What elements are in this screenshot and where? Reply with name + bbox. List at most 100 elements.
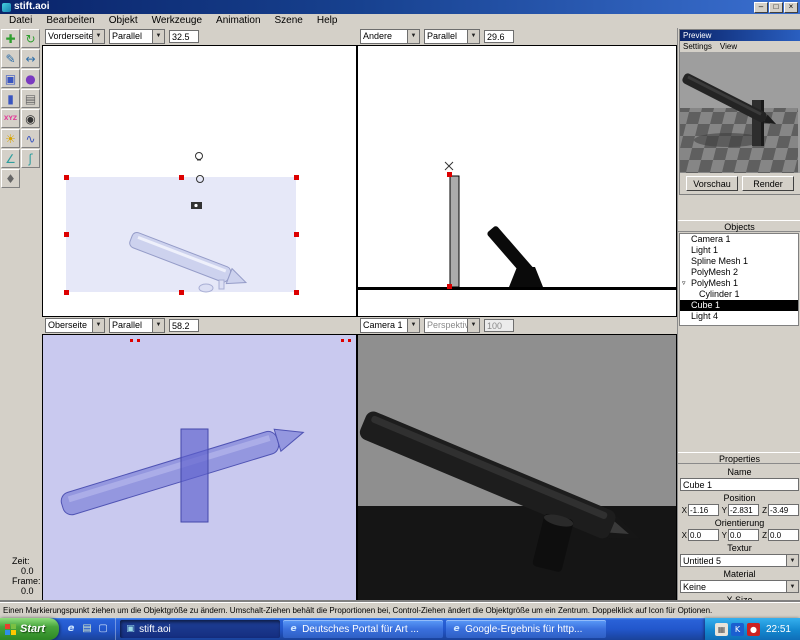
menu-szene[interactable]: Szene	[268, 14, 310, 28]
chevron-down-icon[interactable]: ▼	[467, 30, 479, 43]
viewport-top[interactable]	[42, 334, 357, 602]
tray-app-icon-2[interactable]: K	[730, 622, 744, 636]
object-item-light-1[interactable]: Light 1	[680, 245, 798, 256]
create-camera-tool[interactable]: ◉	[21, 109, 40, 128]
chevron-down-icon[interactable]: ▼	[92, 30, 104, 43]
chevron-down-icon[interactable]: ▼	[152, 319, 164, 332]
tray-app-icon-1[interactable]: ▦	[714, 622, 728, 636]
scale-input-bottom-right	[484, 319, 514, 332]
close-button[interactable]: ×	[784, 1, 798, 13]
view-select-top-right[interactable]: Andere ▼	[360, 29, 420, 44]
vorschau-button[interactable]: Vorschau	[686, 176, 738, 191]
position-x-input[interactable]	[688, 504, 719, 516]
floor-plane	[358, 506, 676, 601]
titlebar[interactable]: stift.aoi – □ ×	[0, 0, 800, 14]
orientation-x-input[interactable]	[688, 529, 719, 541]
application-icon[interactable]: ▤	[80, 622, 94, 636]
viewport-camera[interactable]	[357, 334, 677, 602]
projection-select-top-left[interactable]: Parallel ▼	[109, 29, 165, 44]
chevron-down-icon[interactable]: ▼	[407, 30, 419, 43]
small-object[interactable]	[218, 279, 225, 290]
coordinate-axes-tool[interactable]: XYZ	[1, 109, 20, 128]
create-sphere-tool[interactable]: ●	[21, 69, 40, 88]
menu-help[interactable]: Help	[310, 14, 345, 28]
preview-menu-settings[interactable]: Settings	[683, 41, 712, 52]
scale-input-bottom-left[interactable]	[169, 319, 199, 332]
angle-tool[interactable]: ∠	[1, 149, 20, 168]
taskbar-clock[interactable]: 22:51	[766, 624, 791, 635]
chevron-down-icon[interactable]: ▼	[407, 319, 419, 332]
cylinder-object-side[interactable]	[509, 267, 543, 287]
object-item-polymesh-2[interactable]: PolyMesh 2	[680, 267, 798, 278]
show-desktop-icon[interactable]: ▢	[96, 622, 110, 636]
scale-tool[interactable]: ↔	[21, 49, 40, 68]
menu-animation[interactable]: Animation	[209, 14, 267, 28]
viewport-controls-bottom-right: Camera 1 ▼ Perspektive ▼	[357, 317, 677, 334]
chevron-down-icon[interactable]: ▼	[152, 30, 164, 43]
create-cube-tool[interactable]: ▣	[1, 69, 20, 88]
texture-select[interactable]: Untitled 5 ▼	[680, 554, 799, 567]
menu-bearbeiten[interactable]: Bearbeiten	[39, 14, 101, 28]
object-item-light-4[interactable]: Light 4	[680, 311, 798, 322]
light-null-icon[interactable]	[195, 152, 203, 161]
status-bar: Einen Markierungspunkt ziehen um die Obj…	[0, 602, 800, 618]
orientation-z-input[interactable]	[768, 529, 799, 541]
preview-menu-view[interactable]: View	[720, 41, 737, 52]
object-item-camera-1[interactable]: Camera 1	[680, 234, 798, 245]
edit-points-tool[interactable]: ✎	[1, 49, 20, 68]
projection-select-bottom-left[interactable]: Parallel ▼	[109, 318, 165, 333]
expand-triangle-icon[interactable]: ▿	[682, 278, 686, 289]
minimize-button[interactable]: –	[754, 1, 768, 13]
menu-datei[interactable]: Datei	[2, 14, 39, 28]
chevron-down-icon[interactable]: ▼	[786, 581, 798, 592]
create-curve-tool[interactable]: ∿	[21, 129, 40, 148]
cube-object-top[interactable]	[180, 428, 209, 523]
create-stack-tool[interactable]: ▤	[21, 89, 40, 108]
internet-explorer-icon[interactable]: e	[64, 622, 78, 636]
task-stift-aoi[interactable]: ▣ stift.aoi	[120, 620, 281, 638]
projection-select-top-right[interactable]: Parallel ▼	[424, 29, 480, 44]
object-item-cylinder-1[interactable]: Cylinder 1	[680, 289, 798, 300]
name-input[interactable]	[680, 478, 799, 491]
view-select-bottom-left[interactable]: Oberseite ▼	[45, 318, 105, 333]
create-light-tool[interactable]: ☀	[1, 129, 20, 148]
material-select[interactable]: Keine ▼	[680, 580, 799, 593]
view-select-top-left[interactable]: Vorderseite ▼	[45, 29, 105, 44]
create-spline-tool[interactable]: ʃ	[21, 149, 40, 168]
viewport-side[interactable]	[357, 45, 677, 317]
preview-titlebar[interactable]: Preview	[680, 30, 800, 41]
scale-input-top-left[interactable]	[169, 30, 199, 43]
task-deutsches-portal[interactable]: e Deutsches Portal für Art ...	[283, 620, 444, 638]
object-item-cube-1-selected[interactable]: Cube 1	[680, 300, 798, 311]
projection-select-value: Parallel	[427, 31, 458, 41]
position-y-input[interactable]	[728, 504, 759, 516]
start-button[interactable]: Start	[0, 618, 60, 640]
view-select-bottom-right[interactable]: Camera 1 ▼	[360, 318, 420, 333]
cube-icon: ▣	[4, 71, 17, 86]
camera-null-icon[interactable]	[191, 202, 202, 209]
maximize-button[interactable]: □	[769, 1, 783, 13]
create-cylinder-tool[interactable]: ▮	[1, 89, 20, 108]
chevron-down-icon[interactable]: ▼	[92, 319, 104, 332]
cube-object-side[interactable]	[449, 175, 460, 288]
object-item-spline-mesh-1[interactable]: Spline Mesh 1	[680, 256, 798, 267]
menu-objekt[interactable]: Objekt	[102, 14, 145, 28]
orientation-y-input[interactable]	[728, 529, 759, 541]
sphere-object[interactable]	[198, 283, 214, 293]
object-item-polymesh-1[interactable]: ▿ PolyMesh 1	[680, 278, 798, 289]
internet-explorer-icon: e	[290, 624, 297, 634]
material-label: Material	[723, 569, 756, 579]
scale-input-top-right[interactable]	[484, 30, 514, 43]
chevron-down-icon[interactable]: ▼	[786, 555, 798, 566]
position-z-input[interactable]	[768, 504, 799, 516]
viewport-front[interactable]	[42, 45, 357, 317]
task-google-ergebnis[interactable]: e Google-Ergebnis für http...	[446, 620, 607, 638]
rotate-tool[interactable]: ↻	[21, 29, 40, 48]
move-tool[interactable]: ✚	[1, 29, 20, 48]
selection-handles[interactable]	[130, 339, 351, 342]
xyz-axes-icon: XYZ	[3, 114, 18, 122]
tray-app-icon-3[interactable]: ●	[746, 622, 760, 636]
pin-tool[interactable]: ♦	[1, 169, 20, 188]
render-button[interactable]: Render	[742, 176, 794, 191]
menu-werkzeuge[interactable]: Werkzeuge	[145, 14, 209, 28]
